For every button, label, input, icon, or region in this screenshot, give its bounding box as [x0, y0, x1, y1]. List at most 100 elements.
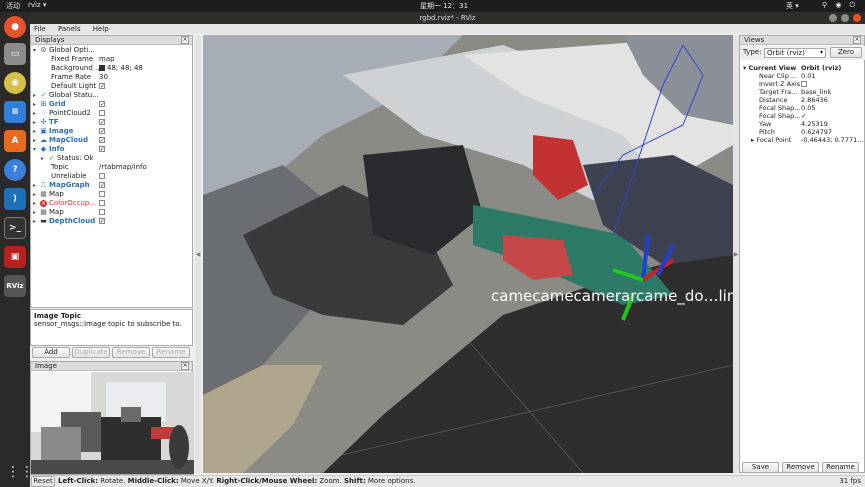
vscode-icon[interactable]: ⟩ [4, 188, 26, 210]
checkbox[interactable]: ✓ [99, 101, 105, 108]
tree-row-map[interactable]: ▸ ▦ Map [31, 190, 194, 199]
menu-panels[interactable]: Panels [58, 25, 81, 33]
view-type-row: Type: Orbit (rviz) ▾ Zero [740, 46, 865, 60]
rviz-icon[interactable]: RViz [4, 275, 26, 297]
window-titlebar[interactable]: rgbd.rviz* - RViz [30, 12, 865, 24]
tree-row-tf[interactable]: ▸ ✣ TF ✓ [31, 118, 194, 127]
view-row-focal-shape-size[interactable]: Focal Shap... 0.05 [759, 104, 815, 112]
firefox-icon[interactable]: ● [4, 16, 26, 38]
software-center-icon[interactable]: A [4, 130, 26, 152]
rename-view-button[interactable]: Rename [822, 462, 859, 473]
view-row-focal-shape-fixed[interactable]: Focal Shap... ✓ [759, 112, 806, 120]
screen-recorder-icon[interactable]: ▣ [4, 246, 26, 268]
camera-image [31, 372, 194, 474]
view-row-focal-point[interactable]: ▸ Focal Point -0.46443; 0.7771... [751, 136, 863, 144]
checkbox[interactable] [99, 173, 105, 179]
checkbox[interactable] [801, 81, 807, 87]
close-icon[interactable] [853, 14, 861, 22]
add-button[interactable]: Add [32, 347, 70, 358]
duplicate-button[interactable]: Duplicate [72, 347, 110, 358]
tree-row-info[interactable]: ▾ ◆ Info ✓ [31, 145, 194, 154]
view-row-pitch[interactable]: Pitch 0.624797 [759, 128, 832, 136]
view-row-yaw[interactable]: Yaw 4.25319 [759, 120, 828, 128]
tree-row-image[interactable]: ▸ ▣ Image ✓ [31, 127, 194, 136]
tree-row-unreliable[interactable]: Unreliable [31, 172, 194, 181]
checkbox[interactable]: ✓ [99, 128, 105, 135]
view-row-target-frame[interactable]: Target Fra... base_link [759, 88, 831, 96]
map-icon: ▦ [40, 190, 47, 198]
view-row-current[interactable]: ▾ Current View Orbit (rviz) [743, 64, 841, 72]
tf-icon: ✣ [40, 118, 47, 126]
view-row-invert-z[interactable]: Invert Z Axis [759, 80, 807, 88]
menu-help[interactable]: Help [93, 25, 109, 33]
tree-row-mapgraph[interactable]: ▸ ⎍ MapGraph ✓ [31, 181, 194, 190]
tree-row-frame-rate[interactable]: Frame Rate 30 [31, 73, 194, 82]
tree-row-global-status[interactable]: ▸ ✓ Global Statu... [31, 91, 194, 100]
tree-row-global-options[interactable]: ▾ ⚙ Global Opti... [31, 46, 194, 55]
close-icon[interactable]: × [853, 36, 861, 44]
writer-icon[interactable]: ≡ [4, 101, 26, 123]
tree-row-map-2[interactable]: ▸ ▦ Map [31, 208, 194, 217]
app-menu[interactable]: rviz ▾ [28, 1, 46, 9]
files-icon[interactable]: ▭ [4, 43, 26, 65]
description-heading: Image Topic [34, 312, 82, 320]
tree-row-depthcloud[interactable]: ▸ ▬ DepthCloud ✓ [31, 217, 194, 226]
view-type-select[interactable]: Orbit (rviz) ▾ [764, 48, 826, 58]
tree-row-mapcloud[interactable]: ▸ ☁ MapCloud ✓ [31, 136, 194, 145]
tree-row-topic[interactable]: Topic/rtabmap/info [31, 163, 194, 172]
image-panel: Image × [30, 361, 194, 475]
check-icon: ✓ [48, 154, 55, 162]
show-applications-icon[interactable]: ⋮⋮ [6, 463, 34, 481]
tree-row-color-occupancy[interactable]: ▸ × ColorOccup... [31, 199, 194, 208]
description-text: sensor_msgs::Image topic to subscribe to… [34, 320, 182, 328]
splitter-left[interactable]: ◀ [195, 35, 201, 473]
close-icon[interactable]: × [181, 362, 189, 370]
close-icon[interactable]: × [181, 36, 189, 44]
rhythmbox-icon[interactable]: ◉ [4, 72, 26, 94]
zero-button[interactable]: Zero [830, 47, 862, 58]
tree-row-background[interactable]: Background ... 48; 48; 48 [31, 64, 194, 73]
maximize-icon[interactable] [841, 14, 849, 22]
activities-button[interactable]: 活动 [6, 1, 20, 11]
menu-file[interactable]: File [34, 25, 46, 33]
checkbox[interactable]: ✓ [99, 119, 105, 126]
grid-icon: ⊞ [40, 100, 47, 108]
views-panel: Views × Type: Orbit (rviz) ▾ Zero ▾ Curr… [739, 35, 865, 473]
reset-button[interactable]: Reset [31, 476, 55, 487]
clock[interactable]: 星期一 12：31 [420, 1, 468, 11]
terminal-icon[interactable]: >_ [4, 217, 26, 239]
input-method-indicator[interactable]: 英 ▾ [786, 1, 799, 11]
remove-view-button[interactable]: Remove [782, 462, 819, 473]
depthcloud-icon: ▬ [40, 217, 47, 225]
view-row-distance[interactable]: Distance 2.86436 [759, 96, 828, 104]
checkbox[interactable] [99, 200, 105, 206]
checkbox[interactable]: ✓ [99, 218, 105, 225]
checkbox[interactable]: ✓ [801, 112, 806, 120]
image-icon: ▣ [40, 127, 47, 135]
menu-bar: File Panels Help [30, 24, 865, 34]
checkbox[interactable]: ✓ [99, 182, 105, 189]
checkbox[interactable] [99, 191, 105, 197]
checkbox[interactable]: ✓ [99, 146, 105, 153]
3d-render-view[interactable]: camecamecamerarcame_do…link [203, 35, 733, 473]
tree-row-pointcloud2[interactable]: ▸ ⁘ PointCloud2 [31, 109, 194, 118]
tree-row-default-light[interactable]: Default Light ✓ [31, 82, 194, 91]
tree-row-fixed-frame[interactable]: Fixed Frame map [31, 55, 194, 64]
help-icon[interactable]: ? [4, 159, 26, 181]
image-panel-title: Image × [31, 362, 192, 371]
views-tree: ▾ Current View Orbit (rviz) Near Clip ...… [740, 62, 865, 462]
views-panel-title: Views × [740, 36, 864, 45]
checkbox[interactable] [99, 110, 105, 116]
checkbox[interactable]: ✓ [99, 83, 105, 90]
checkbox[interactable]: ✓ [99, 137, 105, 144]
view-row-near-clip[interactable]: Near Clip ... 0.01 [759, 72, 815, 80]
checkbox[interactable] [99, 209, 105, 215]
pointcloud-icon: ⁘ [40, 109, 47, 117]
remove-button[interactable]: Remove [112, 347, 150, 358]
minimize-icon[interactable] [829, 14, 837, 22]
displays-title: Displays [35, 36, 65, 44]
save-view-button[interactable]: Save [742, 462, 779, 473]
tree-row-grid[interactable]: ▸ ⊞ Grid ✓ [31, 100, 194, 109]
tree-row-status-ok[interactable]: ▸ ✓ Status: Ok [31, 154, 194, 163]
rename-button[interactable]: Rename [152, 347, 190, 358]
